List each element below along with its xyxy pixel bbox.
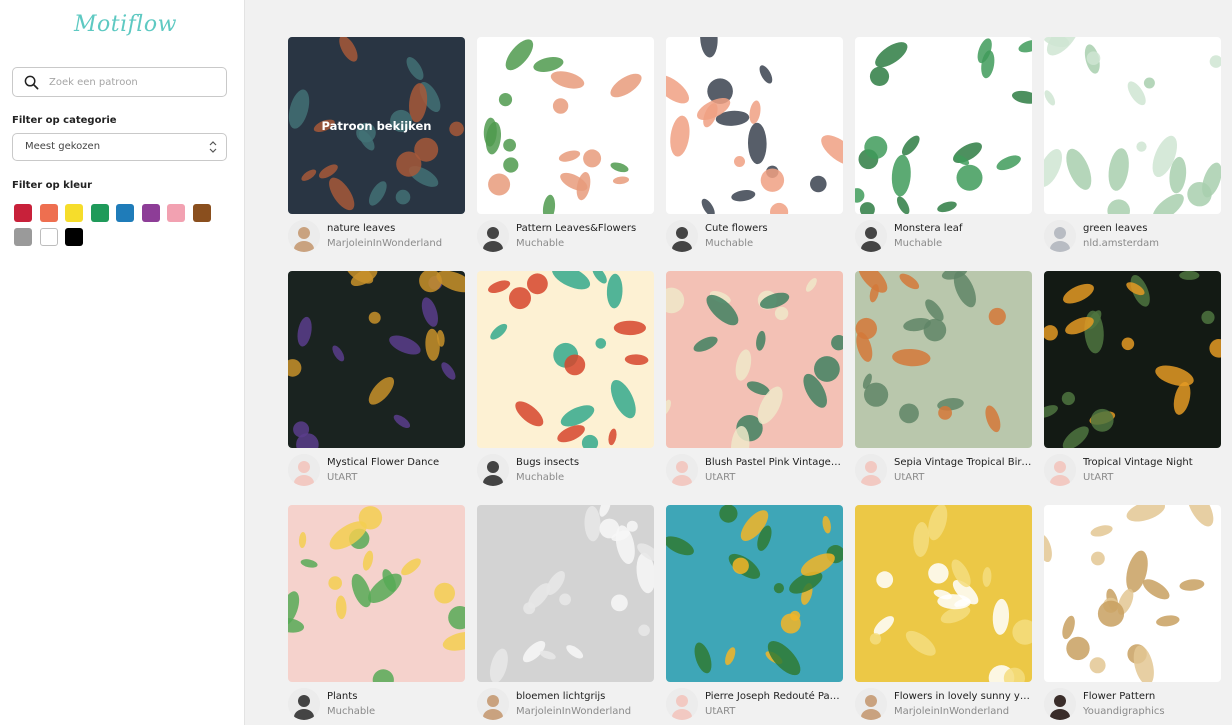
pattern-title[interactable]: Mystical Flower Dance — [327, 457, 465, 468]
pattern-title[interactable]: Flowers in lovely sunny yel… — [894, 691, 1032, 702]
pattern-card[interactable]: Mystical Flower Dance UtART — [288, 271, 465, 491]
pattern-title[interactable]: Flower Pattern — [1083, 691, 1221, 702]
author-avatar[interactable] — [855, 688, 887, 720]
pattern-card[interactable]: Monstera leaf Muchable — [855, 37, 1032, 257]
color-swatch-pink[interactable] — [167, 204, 185, 222]
pattern-author[interactable]: Youandigraphics — [1083, 706, 1221, 717]
author-avatar[interactable] — [288, 220, 320, 252]
pattern-author[interactable]: Muchable — [516, 238, 654, 249]
pattern-author[interactable]: Muchable — [327, 706, 465, 717]
color-swatch-black[interactable] — [65, 228, 83, 246]
sidebar: Motiflow Filter op categorie Meest gekoz… — [0, 0, 245, 725]
pattern-author[interactable]: UtART — [705, 472, 843, 483]
color-swatch-orange[interactable] — [39, 204, 58, 222]
pattern-author[interactable]: MarjoleinInWonderland — [516, 706, 654, 717]
pattern-card[interactable]: Bugs insects Muchable — [477, 271, 654, 491]
author-avatar[interactable] — [855, 454, 887, 486]
pattern-thumbnail[interactable]: Patroon bekijken — [288, 37, 465, 214]
pattern-thumbnail[interactable] — [666, 505, 843, 682]
color-filter-label: Filter op kleur — [12, 180, 93, 191]
pattern-card[interactable]: Pattern Leaves&Flowers Muchable — [477, 37, 654, 257]
author-avatar[interactable] — [477, 454, 509, 486]
pattern-card[interactable]: Flowers in lovely sunny yel… MarjoleinInW… — [855, 505, 1032, 725]
category-select[interactable]: Meest gekozen — [12, 133, 227, 161]
chevron-updown-icon — [209, 141, 217, 153]
pattern-title[interactable]: nature leaves — [327, 223, 465, 234]
color-swatch-purple[interactable] — [141, 204, 160, 222]
pattern-title[interactable]: Pattern Leaves&Flowers — [516, 223, 654, 234]
pattern-card[interactable]: Cute flowers Muchable — [666, 37, 843, 257]
motiflow-logo[interactable]: Motiflow — [70, 8, 176, 48]
pattern-thumbnail[interactable] — [288, 505, 465, 682]
author-avatar[interactable] — [477, 688, 509, 720]
author-avatar[interactable] — [1044, 220, 1076, 252]
pattern-thumbnail[interactable] — [666, 37, 843, 214]
pattern-title[interactable]: Plants — [327, 691, 465, 702]
color-swatch-red[interactable] — [14, 204, 32, 222]
pattern-card[interactable]: Sepia Vintage Tropical Bird… UtART — [855, 271, 1032, 491]
color-swatch-white[interactable] — [39, 228, 58, 246]
pattern-thumbnail[interactable] — [477, 271, 654, 448]
color-swatch-brown[interactable] — [192, 204, 211, 222]
pattern-author[interactable]: UtART — [1083, 472, 1221, 483]
pattern-card[interactable]: Plants Muchable — [288, 505, 465, 725]
author-avatar[interactable] — [288, 454, 320, 486]
pattern-author[interactable]: Muchable — [516, 472, 654, 483]
color-swatch-grey[interactable] — [14, 228, 32, 246]
pattern-thumbnail[interactable] — [855, 37, 1032, 214]
pattern-title[interactable]: Sepia Vintage Tropical Bird… — [894, 457, 1032, 468]
author-avatar[interactable] — [855, 220, 887, 252]
category-filter-label: Filter op categorie — [12, 115, 117, 126]
pattern-card[interactable]: green leaves nld.amsterdam — [1044, 37, 1221, 257]
color-swatch-blue[interactable] — [116, 204, 134, 222]
pattern-author[interactable]: MarjoleinInWonderland — [894, 706, 1032, 717]
pattern-title[interactable]: green leaves — [1083, 223, 1221, 234]
pattern-author[interactable]: MarjoleinInWonderland — [327, 238, 465, 249]
pattern-thumbnail[interactable] — [477, 505, 654, 682]
pattern-title[interactable]: Pierre Joseph Redouté Par… — [705, 691, 843, 702]
pattern-thumbnail[interactable] — [855, 505, 1032, 682]
pattern-author[interactable]: Muchable — [894, 238, 1032, 249]
pattern-card[interactable]: Patroon bekijken nature leaves MarjoleinIn… — [288, 37, 465, 257]
pattern-title[interactable]: Tropical Vintage Night — [1083, 457, 1221, 468]
pattern-title[interactable]: Bugs insects — [516, 457, 654, 468]
color-swatch-yellow[interactable] — [65, 204, 83, 222]
pattern-author[interactable]: UtART — [705, 706, 843, 717]
pattern-title[interactable]: Blush Pastel Pink Vintage … — [705, 457, 843, 468]
author-avatar[interactable] — [666, 688, 698, 720]
pattern-thumbnail[interactable] — [1044, 37, 1221, 214]
author-avatar[interactable] — [1044, 454, 1076, 486]
pattern-title[interactable]: Cute flowers — [705, 223, 843, 234]
author-avatar[interactable] — [666, 220, 698, 252]
pattern-thumbnail[interactable] — [666, 271, 843, 448]
pattern-thumbnail[interactable] — [477, 37, 654, 214]
pattern-card[interactable]: bloemen lichtgrijs MarjoleinInWonderland — [477, 505, 654, 725]
view-pattern-overlay[interactable]: Patroon bekijken — [288, 37, 465, 214]
pattern-card[interactable]: Flower Pattern Youandigraphics — [1044, 505, 1221, 725]
pattern-card[interactable]: Pierre Joseph Redouté Par… UtART — [666, 505, 843, 725]
pattern-author[interactable]: nld.amsterdam — [1083, 238, 1221, 249]
pattern-title[interactable]: Monstera leaf — [894, 223, 1032, 234]
pattern-thumbnail[interactable] — [1044, 505, 1221, 682]
author-avatar[interactable] — [1044, 688, 1076, 720]
pattern-card[interactable]: Tropical Vintage Night UtART — [1044, 271, 1221, 491]
pattern-author[interactable]: UtART — [327, 472, 465, 483]
author-avatar[interactable] — [666, 454, 698, 486]
pattern-thumbnail[interactable] — [855, 271, 1032, 448]
logo-text: Motiflow — [74, 12, 177, 37]
pattern-thumbnail[interactable] — [1044, 271, 1221, 448]
pattern-title[interactable]: bloemen lichtgrijs — [516, 691, 654, 702]
pattern-card[interactable]: Blush Pastel Pink Vintage … UtART — [666, 271, 843, 491]
search-icon — [24, 75, 39, 90]
color-swatch-green[interactable] — [90, 204, 109, 222]
category-select-value: Meest gekozen — [25, 141, 101, 152]
search-input[interactable] — [49, 69, 219, 95]
pattern-author[interactable]: UtART — [894, 472, 1032, 483]
author-avatar[interactable] — [477, 220, 509, 252]
pattern-thumbnail[interactable] — [288, 271, 465, 448]
search-box[interactable] — [12, 67, 227, 97]
pattern-author[interactable]: Muchable — [705, 238, 843, 249]
author-avatar[interactable] — [288, 688, 320, 720]
